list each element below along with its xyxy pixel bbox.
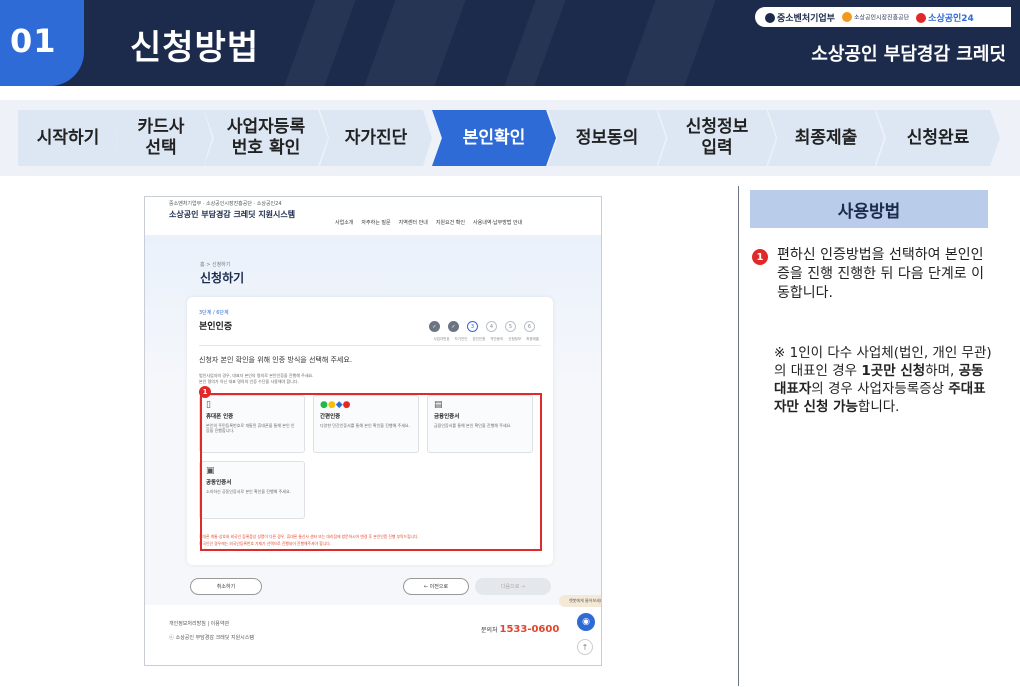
instruction-text: 신청자 본인 확인을 위해 인증 방식을 선택해 주세요. xyxy=(199,356,353,364)
vertical-divider xyxy=(738,186,739,686)
header-decoration xyxy=(624,0,716,86)
progress-step-5: 5 xyxy=(505,321,516,332)
progress-steps: ✓ ✓ 3 4 5 6 xyxy=(429,321,535,332)
step-final-submit: 최종제출 xyxy=(768,110,884,166)
highlight-box xyxy=(200,393,542,551)
progress-label: 사업자번호 xyxy=(433,337,450,341)
scroll-top-icon[interactable]: ↑ xyxy=(577,639,593,655)
progress-labels: 사업자번호 자가진단 본인인증 약관동의 신청정보 최종제출 xyxy=(433,337,539,342)
prev-button[interactable]: ← 이전으로 xyxy=(403,578,469,595)
progress-step-3: 3 xyxy=(467,321,478,332)
progress-label: 최종제출 xyxy=(526,337,539,341)
nav-about[interactable]: 사업소개 xyxy=(335,219,353,226)
usage-step-text: 편하신 인증방법을 선택하여 본인인증을 진행 진행한 뒤 다음 단계로 이동합… xyxy=(777,247,985,301)
stage-counter: 3단계 / 6단계 xyxy=(199,310,229,316)
nav-eligibility[interactable]: 지원요건 확인 xyxy=(436,219,465,226)
logo-semas: 소상공인시장진흥공단 xyxy=(841,11,909,23)
logo-sbiz24: 소상공인24 xyxy=(916,11,974,24)
contact-phone: 문의처 1533-0600 xyxy=(481,624,559,635)
contact-number: 1533-0600 xyxy=(499,624,560,635)
logo-mss: 중소벤처기업부 xyxy=(765,11,835,24)
screenshot-panel: 중소벤처기업부 · 소상공인시장진흥공단 · 소상공인24 소상공인 부담경감 … xyxy=(144,196,602,666)
progress-step-6: 6 xyxy=(524,321,535,332)
mss-emblem-icon xyxy=(765,13,775,23)
page-title: 신청방법 xyxy=(130,28,260,68)
usage-step-1: 1 편하신 인증방법을 선택하여 본인인증을 진행 진행한 뒤 다음 단계로 이… xyxy=(752,246,992,303)
chatbot-icon[interactable]: ◉ xyxy=(577,613,595,631)
notice-line: 본인 명의가 아닌 대표 명의의 인증 수단을 사용해야 합니다. xyxy=(199,379,299,384)
progress-label: 신청정보 xyxy=(508,337,522,341)
stage-title: 본인인증 xyxy=(199,322,233,332)
sbiz24-emblem-icon xyxy=(916,13,927,23)
step-identity-verification: 본인확인 xyxy=(432,110,556,166)
step-card-select: 카드사 선택 xyxy=(110,110,212,166)
breadcrumb: 홈 > 신청하기 xyxy=(200,262,231,268)
site-logos: 중소벤처기업부 · 소상공인시장진흥공단 · 소상공인24 xyxy=(169,201,282,207)
step-bizno-check: 사업자등록 번호 확인 xyxy=(204,110,328,166)
footer-copyright: ⓒ 소상공인 부담경감 크레딧 지원시스템 xyxy=(169,635,254,641)
progress-label: 약관동의 xyxy=(490,337,504,341)
usage-note: ※ 1인이 다수 사업체(법인, 개인 무관)의 대표인 경우 1곳만 신청하며… xyxy=(774,344,994,416)
section-number-badge: 01 xyxy=(0,0,84,86)
note-emphasis: 1곳만 신청 xyxy=(861,363,926,379)
progress-step-2: ✓ xyxy=(448,321,459,332)
site-nav: 사업소개 자주하는 질문 지역센터 안내 지원요건 확인 사용내역·납부방법 안… xyxy=(335,219,522,226)
progress-step-4: 4 xyxy=(486,321,497,332)
step-info-consent: 정보동의 xyxy=(548,110,666,166)
contact-label: 문의처 xyxy=(481,627,498,634)
application-heading: 신청하기 xyxy=(200,271,245,285)
nav-center[interactable]: 지역센터 안내 xyxy=(399,219,428,226)
highlight-badge: 1 xyxy=(199,386,211,398)
step-start: 시작하기 xyxy=(18,110,118,166)
semas-emblem-icon xyxy=(841,11,852,22)
step-self-diagnosis: 자가진단 xyxy=(320,110,432,166)
header-decoration xyxy=(364,0,466,86)
nav-usage-guide[interactable]: 사용내역·납부방법 안내 xyxy=(473,219,522,226)
footer-links[interactable]: 개인정보처리방침 | 이용약관 xyxy=(169,617,254,631)
header-decoration xyxy=(504,0,566,86)
site-footer: 개인정보처리방침 | 이용약관 ⓒ 소상공인 부담경감 크레딧 지원시스템 xyxy=(169,617,254,645)
note-text: 하며, xyxy=(925,363,959,379)
progress-label: 본인인증 xyxy=(472,337,486,341)
nav-faq[interactable]: 자주하는 질문 xyxy=(361,219,390,226)
note-text: 합니다. xyxy=(857,399,900,415)
chatbot-tip: 챗봇에게 물어보세요! xyxy=(559,595,601,607)
step-application-input: 신청정보 입력 xyxy=(658,110,776,166)
usage-title: 사용방법 xyxy=(750,190,988,228)
logo-bar: 중소벤처기업부 소상공인시장진흥공단 소상공인24 xyxy=(755,7,1011,27)
header-decoration xyxy=(284,0,356,86)
next-button[interactable]: 다음으로 → xyxy=(475,578,551,595)
section-number: 01 xyxy=(10,22,57,60)
step-number-badge: 1 xyxy=(752,249,768,265)
notice-text: 법인사업자의 경우, 대표자 본인의 명의로 본인인증을 진행해 주세요. 본인… xyxy=(199,373,313,385)
note-text: 의 경우 사업자등록증상 xyxy=(811,381,949,397)
cancel-button[interactable]: 취소하기 xyxy=(190,578,262,595)
page-subtitle: 소상공인 부담경감 크레딧 xyxy=(811,44,1006,65)
step-complete: 신청완료 xyxy=(876,110,1000,166)
divider xyxy=(199,345,541,346)
page-header: 01 신청방법 중소벤처기업부 소상공인시장진흥공단 소상공인24 소상공인 부… xyxy=(0,0,1020,86)
progress-step-1: ✓ xyxy=(429,321,440,332)
site-header: 중소벤처기업부 · 소상공인시장진흥공단 · 소상공인24 소상공인 부담경감 … xyxy=(145,197,601,235)
progress-label: 자가진단 xyxy=(454,337,468,341)
step-indicator: 시작하기 카드사 선택 사업자등록 번호 확인 자가진단 본인확인 정보동의 신… xyxy=(0,100,1020,176)
